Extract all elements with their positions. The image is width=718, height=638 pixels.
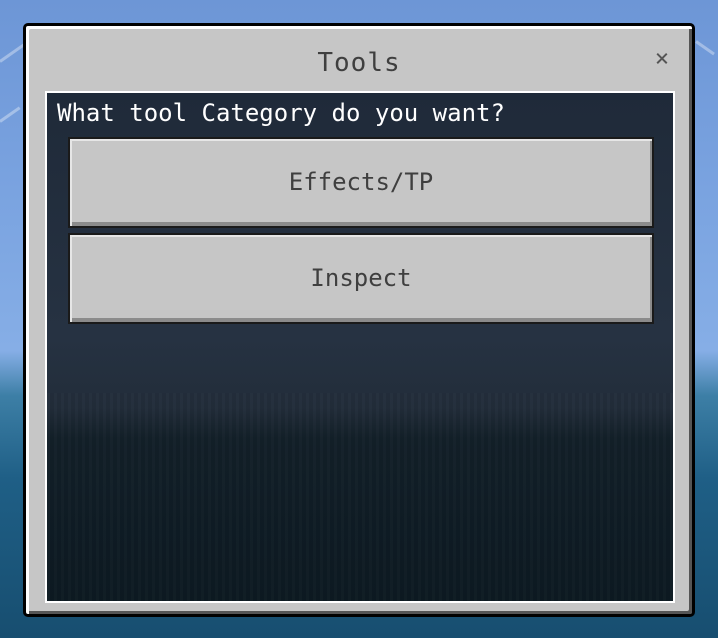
tools-dialog: Tools × What tool Category do you want? … — [23, 23, 695, 617]
close-icon[interactable]: × — [648, 44, 676, 72]
dialog-title: Tools — [317, 48, 401, 78]
background-terrain — [47, 393, 673, 601]
dialog-title-bar: Tools × — [26, 26, 692, 90]
inspect-button[interactable]: Inspect — [68, 233, 654, 324]
dialog-content-panel: What tool Category do you want? Effects/… — [45, 91, 675, 603]
background-light-streak — [695, 40, 715, 56]
effects-tp-button[interactable]: Effects/TP — [68, 137, 654, 228]
background-light-streak — [0, 106, 21, 123]
prompt-text: What tool Category do you want? — [57, 99, 505, 127]
